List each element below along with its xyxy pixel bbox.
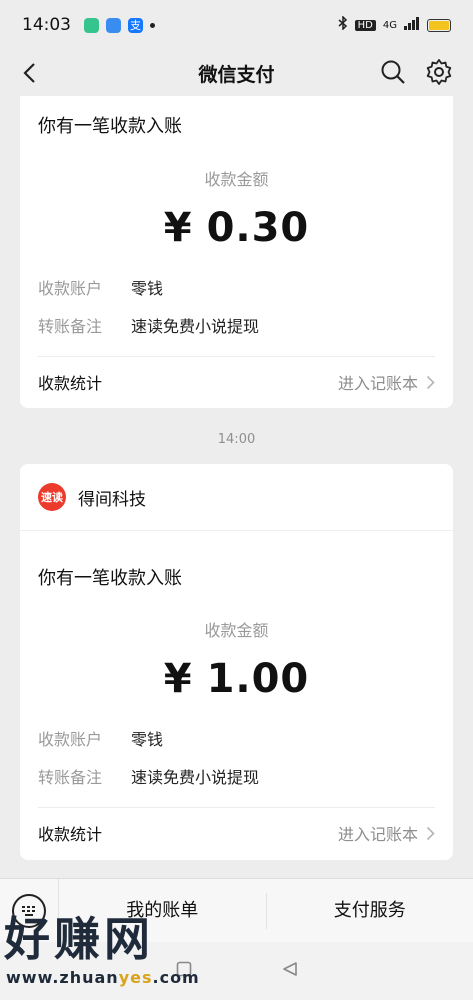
back-arrow-icon bbox=[23, 63, 35, 83]
amount-label: 收款金额 bbox=[204, 621, 269, 640]
payment-services-menu[interactable]: 支付服务 bbox=[267, 879, 473, 943]
amount-value: ¥0.30 bbox=[20, 188, 453, 268]
gear-icon bbox=[426, 59, 452, 85]
back-triangle-icon[interactable] bbox=[282, 961, 298, 981]
alipay-notification-icon: 支 bbox=[128, 17, 143, 33]
status-time: 14:03 bbox=[22, 15, 71, 35]
watermark-url: www.zhuanyes.com bbox=[6, 968, 200, 987]
account-value: 零钱 bbox=[131, 279, 164, 298]
nav-bar: 微信支付 bbox=[0, 50, 473, 96]
remark-row: 转账备注 速读免费小说提现 bbox=[20, 306, 453, 344]
search-icon bbox=[381, 60, 405, 84]
account-row: 收款账户 零钱 bbox=[20, 719, 453, 757]
chevron-right-icon bbox=[426, 826, 435, 840]
payment-message-card[interactable]: 速读 得间科技 你有一笔收款入账 收款金额 ¥1.00 收款账户 零钱 转账备注… bbox=[20, 464, 453, 860]
remark-row: 转账备注 速读免费小说提现 bbox=[20, 757, 453, 795]
search-button[interactable] bbox=[379, 58, 407, 86]
notice-title: 你有一笔收款入账 bbox=[38, 116, 182, 137]
bluetooth-icon bbox=[338, 15, 348, 34]
sender-logo: 速读 bbox=[38, 483, 66, 511]
payment-message-card[interactable]: 你有一笔收款入账 收款金额 ¥0.30 收款账户 零钱 转账备注 速读免费小说提… bbox=[20, 96, 453, 408]
ledger-link[interactable]: 进入记账本 bbox=[338, 821, 435, 845]
watermark-url-highlight: yes bbox=[118, 968, 153, 987]
watermark-url-prefix: www.zhuan bbox=[6, 968, 119, 987]
chevron-right-icon bbox=[426, 375, 435, 389]
hd-badge: HD bbox=[354, 19, 376, 31]
ledger-link-label: 进入记账本 bbox=[337, 825, 418, 844]
ledger-link[interactable]: 进入记账本 bbox=[338, 370, 435, 394]
remark-label: 转账备注 bbox=[38, 317, 103, 336]
battery-icon bbox=[427, 18, 451, 32]
notification-app-icon bbox=[84, 17, 99, 33]
ledger-link-label: 进入记账本 bbox=[337, 374, 418, 393]
stats-label: 收款统计 bbox=[38, 374, 103, 393]
amount-number: 1.00 bbox=[206, 656, 310, 702]
notification-app-icon bbox=[106, 17, 121, 33]
more-notifications-dot bbox=[150, 22, 155, 28]
page-title: 微信支付 bbox=[198, 63, 275, 86]
settings-button[interactable] bbox=[425, 58, 453, 86]
notice-title: 你有一笔收款入账 bbox=[38, 568, 182, 589]
watermark-url-suffix: .com bbox=[152, 968, 200, 987]
stats-label: 收款统计 bbox=[38, 825, 103, 844]
amount-number: 0.30 bbox=[206, 205, 310, 251]
account-row: 收款账户 零钱 bbox=[20, 268, 453, 306]
status-left: 14:03 支 bbox=[22, 15, 155, 35]
remark-value: 速读免费小说提现 bbox=[131, 317, 260, 336]
amount-value: ¥1.00 bbox=[20, 639, 453, 719]
status-right: HD 4G bbox=[338, 15, 451, 34]
account-value: 零钱 bbox=[131, 730, 164, 749]
currency-symbol: ¥ bbox=[163, 656, 193, 702]
remark-label: 转账备注 bbox=[38, 768, 103, 787]
remark-value: 速读免费小说提现 bbox=[131, 768, 260, 787]
status-bar: 14:03 支 HD 4G bbox=[0, 0, 473, 50]
sender-name: 得间科技 bbox=[78, 489, 146, 510]
currency-symbol: ¥ bbox=[163, 205, 193, 251]
message-timestamp: 14:00 bbox=[217, 432, 256, 447]
network-type: 4G bbox=[382, 19, 397, 31]
account-label: 收款账户 bbox=[38, 279, 103, 298]
signal-icon bbox=[404, 16, 420, 34]
amount-label: 收款金额 bbox=[204, 170, 269, 189]
sender-header[interactable]: 速读 得间科技 bbox=[20, 464, 453, 531]
back-button[interactable] bbox=[14, 58, 44, 88]
stats-row[interactable]: 收款统计 进入记账本 bbox=[20, 808, 453, 858]
watermark-text: 好赚网 bbox=[4, 912, 154, 966]
account-label: 收款账户 bbox=[38, 730, 103, 749]
stats-row[interactable]: 收款统计 进入记账本 bbox=[20, 357, 453, 407]
